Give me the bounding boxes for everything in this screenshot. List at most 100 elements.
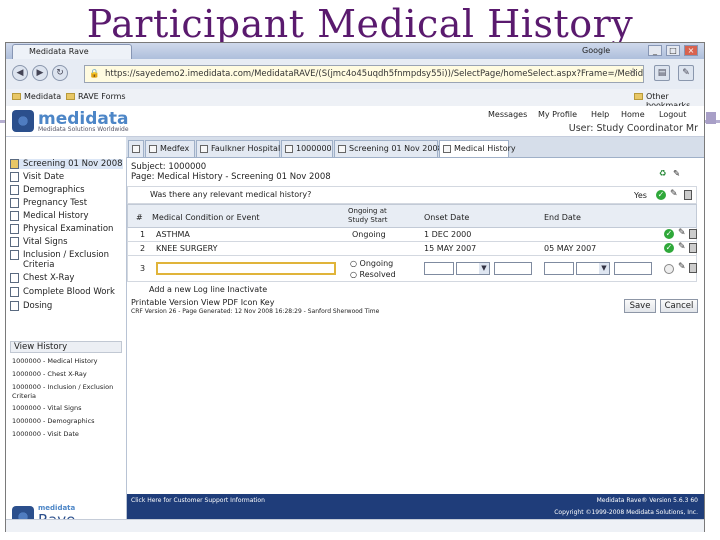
delete-icon[interactable] — [689, 263, 697, 273]
reload-button[interactable]: ↻ — [52, 65, 68, 81]
home-icon — [132, 145, 140, 153]
col-header-onset: Onset Date — [424, 213, 470, 222]
nav-item-dosing[interactable]: Dosing — [10, 301, 123, 311]
onset-year-input[interactable] — [494, 262, 532, 275]
maximize-button[interactable]: □ — [666, 45, 680, 56]
tab-label: Faulkner Hospital — [211, 144, 281, 153]
pen-icon[interactable]: ✎ — [678, 262, 686, 272]
nav-item-inclusion-exclusion[interactable]: Inclusion / Exclusion Criteria — [10, 250, 123, 270]
add-log-line-links[interactable]: Add a new Log line Inactivate — [149, 285, 267, 294]
messages-link[interactable]: Messages — [488, 110, 527, 119]
browser-tab-rave[interactable]: Medidata Rave — [12, 44, 132, 59]
nav-item-pregnancy-test[interactable]: Pregnancy Test — [10, 198, 123, 208]
chevron-down-icon: ▼ — [599, 263, 609, 274]
save-button[interactable]: Save — [624, 299, 656, 313]
bookmark-medidata[interactable]: Medidata — [12, 92, 61, 101]
tab-site[interactable]: Faulkner Hospital — [196, 140, 280, 157]
form-icon — [10, 224, 19, 234]
pen-icon[interactable]: ✎ — [678, 228, 686, 238]
table-row: 2 KNEE SURGERY 15 MAY 2007 05 MAY 2007 ✓… — [127, 242, 697, 256]
icon-recycle[interactable]: ♻ — [659, 169, 667, 179]
history-item[interactable]: 1000000 - Demographics — [12, 417, 120, 426]
nav-item-blood-work[interactable]: Complete Blood Work — [10, 287, 123, 297]
nav-item-physical-exam[interactable]: Physical Examination — [10, 224, 123, 234]
nav-label: Visit Date — [23, 172, 65, 182]
form-icon — [10, 172, 19, 182]
tab-home-icon[interactable] — [128, 140, 144, 157]
delete-icon[interactable] — [689, 243, 697, 253]
forward-button[interactable]: ▶ — [32, 65, 48, 81]
tab-folder[interactable]: Screening 01 Nov 2008 — [334, 140, 443, 157]
onset-day-input[interactable] — [424, 262, 454, 275]
page-menu-icon[interactable]: ▤ — [654, 65, 670, 81]
nav-item-chest-xray[interactable]: Chest X-Ray — [10, 273, 123, 283]
row-num: 1 — [140, 230, 146, 239]
nav-item-screening[interactable]: Screening 01 Nov 2008 — [10, 159, 123, 169]
my-profile-link[interactable]: My Profile — [538, 110, 577, 119]
close-button[interactable]: × — [684, 45, 698, 56]
history-item[interactable]: 1000000 - Medical History — [12, 357, 120, 366]
version-text: Medidata Rave® Version 5.6.3 60 — [596, 497, 698, 504]
nav-item-medical-history[interactable]: Medical History — [10, 211, 123, 221]
radio-resolved[interactable]: ○ Resolved — [350, 270, 396, 279]
star-icon[interactable]: ☆ — [626, 66, 640, 80]
col-header-ongoing: Ongoing at Study Start — [348, 207, 388, 224]
row-onset: 1 DEC 2000 — [424, 230, 472, 239]
form-icon — [10, 237, 19, 247]
left-navigation: Screening 01 Nov 2008 Visit Date Demogra… — [6, 157, 127, 531]
cancel-button[interactable]: Cancel — [660, 299, 698, 313]
url-field[interactable]: 🔒 https://sayedemo2.imedidata.com/Medida… — [84, 65, 644, 83]
nav-item-visit-date[interactable]: Visit Date — [10, 172, 123, 182]
end-year-input[interactable] — [614, 262, 652, 275]
form-icon — [10, 211, 19, 221]
nav-label: Inclusion / Exclusion Criteria — [23, 250, 110, 270]
nav-item-vital-signs[interactable]: Vital Signs — [10, 237, 123, 247]
pen-icon[interactable]: ✎ — [673, 169, 680, 179]
tab-subject[interactable]: 1000000 — [281, 140, 333, 157]
form-icon — [10, 250, 19, 260]
tab-label: 1000000 — [296, 144, 332, 153]
support-link[interactable]: Click Here for Customer Support Informat… — [131, 497, 265, 504]
end-day-input[interactable] — [544, 262, 574, 275]
printable-links[interactable]: Printable Version View PDF Icon Key — [131, 298, 274, 307]
history-item[interactable]: 1000000 - Visit Date — [12, 430, 120, 439]
url-text: https://sayedemo2.imedidata.com/Medidata… — [105, 69, 644, 79]
chevron-down-icon: ▼ — [479, 263, 489, 274]
row-end: 05 MAY 2007 — [544, 244, 597, 253]
nav-label: Vital Signs — [23, 237, 68, 247]
minimize-button[interactable]: _ — [648, 45, 662, 56]
subject-label: Subject: 1000000 — [131, 162, 207, 172]
row-onset: 15 MAY 2007 — [424, 244, 477, 253]
delete-icon[interactable] — [689, 229, 697, 239]
help-link[interactable]: Help — [591, 110, 609, 119]
end-month-select[interactable]: ▼ — [576, 262, 610, 275]
browser-tab-google[interactable]: Google — [566, 44, 646, 59]
history-item[interactable]: 1000000 - Vital Signs — [12, 404, 120, 413]
tab-label: Screening 01 Nov 2008 — [349, 144, 443, 153]
tab-medical-history[interactable]: Medical History — [439, 140, 516, 157]
user-label: User: Study Coordinator Mr — [568, 123, 698, 134]
logout-link[interactable]: Logout — [659, 110, 686, 119]
history-item[interactable]: 1000000 - Chest X-Ray — [12, 370, 120, 379]
home-link[interactable]: Home — [621, 110, 645, 119]
pen-icon[interactable]: ✎ — [670, 189, 678, 199]
onset-month-select[interactable]: ▼ — [456, 262, 490, 275]
tab-study[interactable]: Medfex — [145, 140, 195, 157]
history-item[interactable]: 1000000 - Inclusion / Exclusion Criteria — [12, 383, 120, 401]
condition-input[interactable] — [156, 262, 336, 275]
nav-label: Chest X-Ray — [23, 273, 75, 283]
bookmark-rave-forms[interactable]: RAVE Forms — [66, 92, 126, 101]
form-icon — [10, 287, 19, 297]
row-ongoing: Ongoing — [352, 230, 386, 239]
pen-icon[interactable]: ✎ — [678, 242, 686, 252]
back-button[interactable]: ◀ — [12, 65, 28, 81]
address-toolbar: ◀ ▶ ↻ 🔒 https://sayedemo2.imedidata.com/… — [6, 59, 704, 90]
breadcrumb-tabs: Medfex Faulkner Hospital 1000000 Screeni… — [126, 137, 704, 158]
wrench-icon[interactable]: ✎ — [678, 65, 694, 81]
site-icon — [200, 145, 208, 153]
nav-label: Pregnancy Test — [23, 198, 88, 208]
folder-icon — [12, 93, 21, 100]
radio-ongoing[interactable]: ○ Ongoing — [350, 259, 393, 268]
delete-icon[interactable] — [684, 190, 692, 200]
nav-item-demographics[interactable]: Demographics — [10, 185, 123, 195]
